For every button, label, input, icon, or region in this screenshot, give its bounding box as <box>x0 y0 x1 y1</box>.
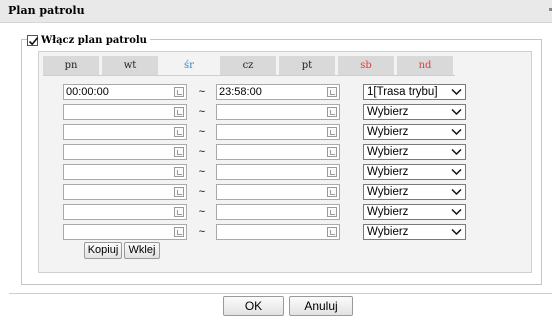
tab-divider <box>43 75 455 76</box>
chevron-down-icon <box>451 168 462 176</box>
mode-select[interactable]: Wybierz <box>363 104 466 120</box>
calendar-icon[interactable] <box>327 127 337 137</box>
schedule-row: ~ Wybierz <box>63 104 468 120</box>
end-time-input[interactable] <box>216 204 340 220</box>
mode-select-value: Wybierz <box>367 106 409 118</box>
mode-select[interactable]: 1[Trasa trybu] <box>363 84 466 100</box>
tab-fri[interactable]: pt <box>279 56 335 75</box>
calendar-icon[interactable] <box>327 107 337 117</box>
schedule-row: ~ Wybierz <box>63 224 468 240</box>
mode-select[interactable]: Wybierz <box>363 224 466 240</box>
start-time-input[interactable] <box>63 124 187 140</box>
mode-select[interactable]: Wybierz <box>363 144 466 160</box>
calendar-icon[interactable] <box>327 187 337 197</box>
checkmark-icon <box>28 36 39 45</box>
calendar-icon[interactable] <box>174 87 184 97</box>
calendar-icon[interactable] <box>327 87 337 97</box>
calendar-icon[interactable] <box>327 207 337 217</box>
range-separator: ~ <box>198 106 206 118</box>
end-time-input[interactable] <box>216 124 340 140</box>
schedule-row: ~ Wybierz <box>63 124 468 140</box>
chevron-down-icon <box>451 208 462 216</box>
mode-select-value: Wybierz <box>367 126 409 138</box>
calendar-icon[interactable] <box>327 147 337 157</box>
tab-wed[interactable]: śr <box>161 56 217 75</box>
end-time-input[interactable] <box>216 224 340 240</box>
schedule-row: ~ Wybierz <box>63 164 468 180</box>
start-time-input[interactable] <box>63 104 187 120</box>
mode-select-value: Wybierz <box>367 206 409 218</box>
end-time-value: 23:58:00 <box>219 86 262 98</box>
mode-select[interactable]: Wybierz <box>363 124 466 140</box>
footer-divider <box>9 293 552 294</box>
end-time-input[interactable] <box>216 164 340 180</box>
tab-tue[interactable]: wt <box>102 56 158 75</box>
range-separator: ~ <box>198 86 206 98</box>
schedule-row: ~ Wybierz <box>63 204 468 220</box>
range-separator: ~ <box>198 146 206 158</box>
range-separator: ~ <box>198 186 206 198</box>
paste-button[interactable]: Wklej <box>124 242 160 259</box>
start-time-input[interactable]: 00:00:00 <box>63 84 187 100</box>
enable-patrol-legend: Włącz plan patrolu <box>27 32 150 48</box>
start-time-input[interactable] <box>63 164 187 180</box>
range-separator: ~ <box>198 226 206 238</box>
copy-button[interactable]: Kopiuj <box>84 242 122 259</box>
cancel-button[interactable]: Anuluj <box>289 296 353 316</box>
enable-patrol-label: Włącz plan patrolu <box>41 34 147 46</box>
mode-select[interactable]: Wybierz <box>363 204 466 220</box>
mode-select-value: Wybierz <box>367 166 409 178</box>
end-time-input[interactable] <box>216 144 340 160</box>
page-title: Plan patrolu <box>8 4 85 17</box>
schedule-row: 00:00:00 ~ 23:58:00 1[Trasa trybu] <box>63 84 468 100</box>
schedule-row: ~ Wybierz <box>63 144 468 160</box>
calendar-icon[interactable] <box>174 107 184 117</box>
enable-patrol-checkbox[interactable] <box>27 34 39 46</box>
range-separator: ~ <box>198 126 206 138</box>
end-time-input[interactable]: 23:58:00 <box>216 84 340 100</box>
title-bar: Plan patrolu <box>0 0 552 23</box>
day-tabs: pn wt śr cz pt sb nd <box>43 56 456 75</box>
start-time-input[interactable] <box>63 224 187 240</box>
calendar-icon[interactable] <box>327 167 337 177</box>
mode-select-value: 1[Trasa trybu] <box>367 86 438 98</box>
calendar-icon[interactable] <box>174 167 184 177</box>
chevron-down-icon <box>451 88 462 96</box>
mode-select-value: Wybierz <box>367 226 409 238</box>
chevron-down-icon <box>451 228 462 236</box>
mode-select[interactable]: Wybierz <box>363 164 466 180</box>
tab-thu[interactable]: cz <box>220 56 276 75</box>
calendar-icon[interactable] <box>174 147 184 157</box>
calendar-icon[interactable] <box>174 207 184 217</box>
chevron-down-icon <box>451 108 462 116</box>
start-time-input[interactable] <box>63 204 187 220</box>
range-separator: ~ <box>198 206 206 218</box>
tab-mon[interactable]: pn <box>43 56 99 75</box>
calendar-icon[interactable] <box>174 187 184 197</box>
mode-select-value: Wybierz <box>367 146 409 158</box>
start-time-input[interactable] <box>63 184 187 200</box>
mode-select[interactable]: Wybierz <box>363 184 466 200</box>
chevron-down-icon <box>451 128 462 136</box>
schedule-row: ~ Wybierz <box>63 184 468 200</box>
tab-sat[interactable]: sb <box>338 56 394 75</box>
chevron-down-icon <box>451 188 462 196</box>
start-time-input[interactable] <box>63 144 187 160</box>
ok-button[interactable]: OK <box>223 296 284 316</box>
calendar-icon[interactable] <box>174 227 184 237</box>
chevron-down-icon <box>451 148 462 156</box>
calendar-icon[interactable] <box>327 227 337 237</box>
range-separator: ~ <box>198 166 206 178</box>
mode-select-value: Wybierz <box>367 186 409 198</box>
tab-sun[interactable]: nd <box>397 56 453 75</box>
calendar-icon[interactable] <box>174 127 184 137</box>
end-time-input[interactable] <box>216 104 340 120</box>
end-time-input[interactable] <box>216 184 340 200</box>
start-time-value: 00:00:00 <box>66 86 109 98</box>
